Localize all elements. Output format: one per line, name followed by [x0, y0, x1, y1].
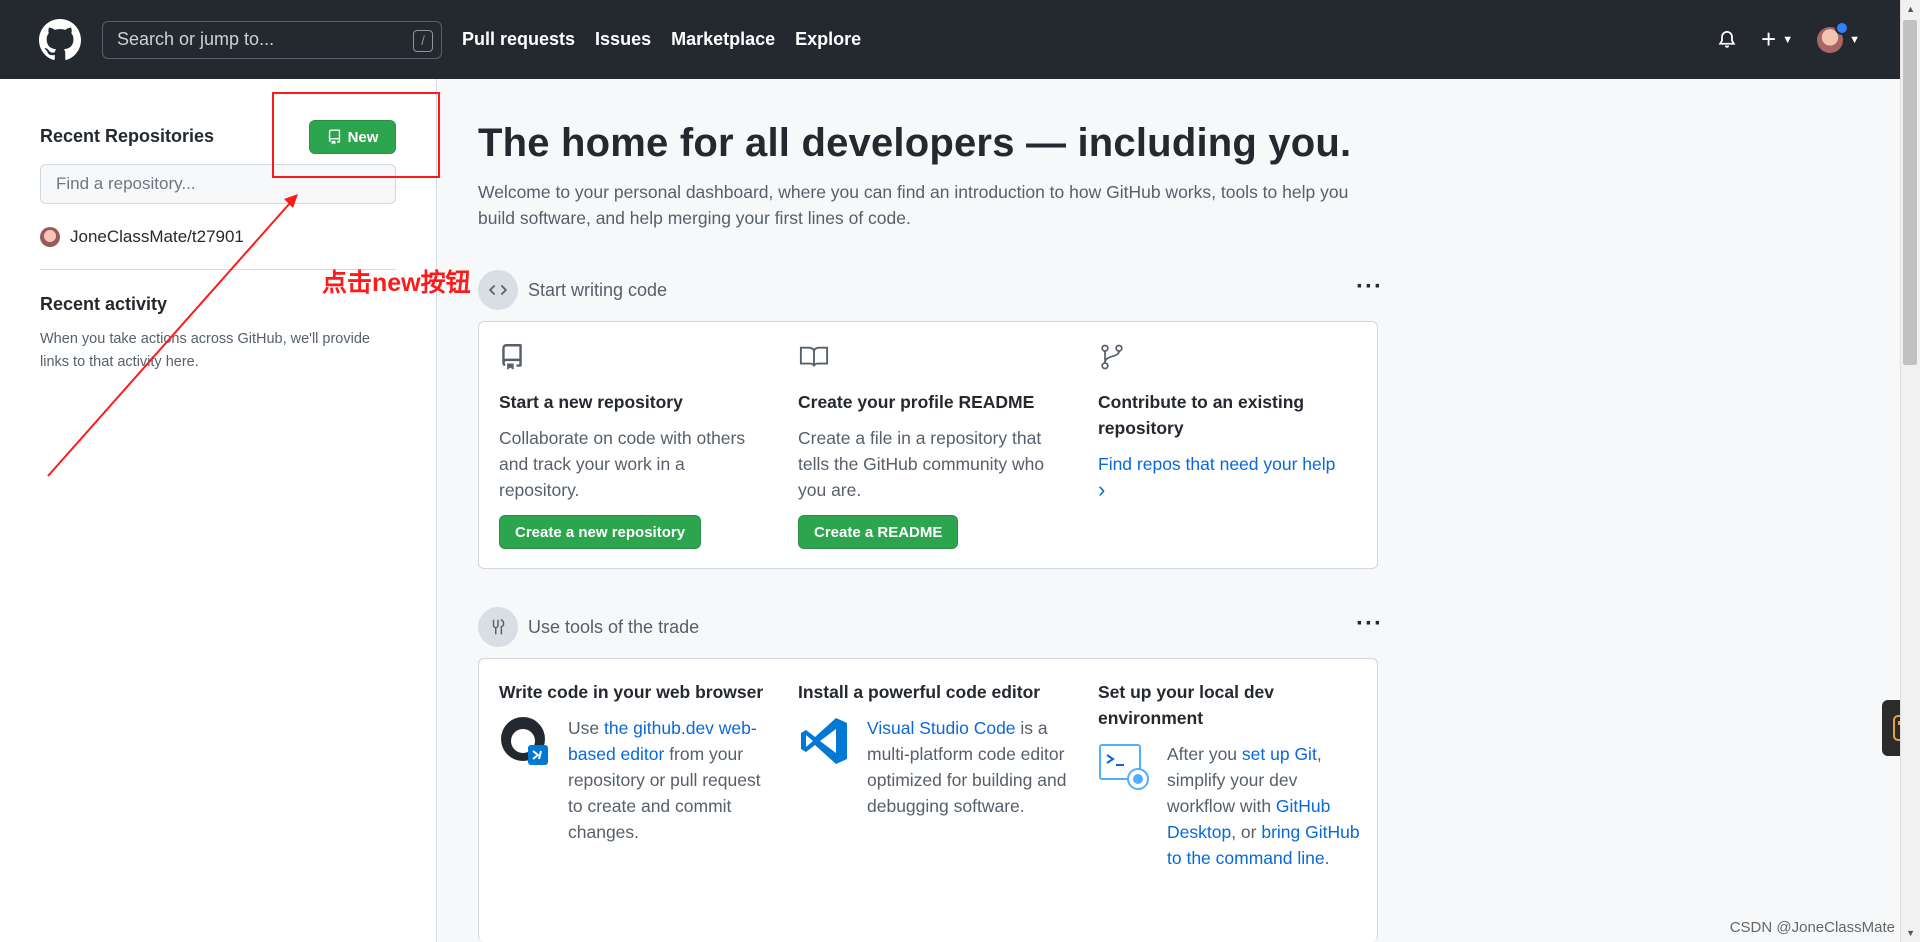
more-options-icon[interactable]: ··· [1356, 273, 1383, 301]
start-new-repository-col: Start a new repository Collaborate on co… [499, 342, 769, 549]
top-header: Search or jump to... / Pull requests Iss… [0, 0, 1900, 79]
code-icon [478, 270, 518, 310]
header-actions: + ▼ ▼ [1693, 0, 1860, 79]
more-options-icon[interactable]: ··· [1356, 610, 1383, 638]
nav-marketplace[interactable]: Marketplace [671, 29, 775, 50]
setup-git-link[interactable]: set up Git [1242, 744, 1317, 764]
github-dev-icon [501, 717, 548, 765]
col-title: Write code in your web browser [499, 682, 764, 702]
nav-explore[interactable]: Explore [795, 29, 861, 50]
user-menu[interactable]: ▼ [1817, 20, 1860, 53]
recent-activity-title: Recent activity [40, 294, 168, 314]
annotation-label: 点击new按钮 [322, 269, 471, 297]
search-placeholder: Search or jump to... [117, 29, 275, 49]
col-title: Create your profile README [798, 392, 1035, 412]
col-title: Install a powerful code editor [798, 682, 1041, 702]
recent-activity-text: When you take actions across GitHub, we'… [40, 331, 370, 370]
terminal-icon [1099, 744, 1149, 790]
tools-icon [478, 607, 518, 647]
chevron-down-icon: ▼ [1849, 33, 1860, 46]
section-start-writing-code: Start writing code [478, 270, 667, 310]
col-text: Create a file in a repository that tells… [798, 428, 1045, 500]
section-tools-of-the-trade: Use tools of the trade [478, 607, 699, 647]
github-logo-icon[interactable] [38, 18, 82, 62]
watermark: CSDN @JoneClassMate [1729, 919, 1895, 936]
col-text: Visual Studio Code is a multi-platform c… [867, 718, 1067, 816]
col-title: Set up your local dev environment [1098, 682, 1275, 728]
col-title: Contribute to an existing repository [1098, 392, 1305, 438]
chevron-right-icon: › [1098, 477, 1106, 502]
repo-link[interactable]: JoneClassMate/t27901 [70, 227, 244, 247]
tools-card: Write code in your web browser Use the g… [478, 658, 1378, 942]
git-branch-icon [1101, 344, 1123, 370]
vscode-link[interactable]: Visual Studio Code [867, 718, 1016, 738]
top-nav: Pull requests Issues Marketplace Explore [462, 29, 881, 50]
nav-pull-requests[interactable]: Pull requests [462, 29, 575, 50]
web-editor-col: Write code in your web browser Use the g… [499, 679, 769, 845]
page-title: The home for all developers — including … [478, 121, 1352, 165]
create-new-menu[interactable]: + ▼ [1761, 24, 1793, 55]
chevron-down-icon: ▼ [1782, 33, 1794, 46]
create-readme-col: Create your profile README Create a file… [798, 342, 1068, 549]
repo-icon [502, 344, 522, 370]
create-readme-button[interactable]: Create a README [798, 515, 959, 549]
start-writing-code-card: Start a new repository Collaborate on co… [478, 321, 1378, 569]
repo-list-item[interactable]: JoneClassMate/t27901 [40, 227, 244, 247]
avatar [40, 227, 60, 247]
scrollbar[interactable]: ▲ ▼ [1900, 0, 1920, 942]
recent-repositories-title: Recent Repositories [40, 126, 215, 146]
plus-icon: + [1761, 24, 1777, 54]
bell-icon[interactable] [1717, 30, 1737, 50]
section-label: Start writing code [528, 279, 668, 300]
col-text: Collaborate on code with others and trac… [499, 428, 746, 500]
scroll-down-icon[interactable]: ▼ [1906, 928, 1915, 938]
notification-dot [1835, 20, 1850, 35]
nav-issues[interactable]: Issues [595, 29, 651, 50]
col-text: After you set up Git, simplify your dev … [1167, 744, 1360, 868]
contribute-col: Contribute to an existing repository Fin… [1098, 342, 1368, 503]
dashboard-sidebar: Recent Repositories New Find a repositor… [0, 79, 437, 942]
code-editor-col: Install a powerful code editor Visual St… [798, 679, 1068, 819]
scrollbar-thumb[interactable] [1903, 20, 1917, 365]
search-input[interactable]: Search or jump to... / [102, 20, 442, 59]
create-new-repository-button[interactable]: Create a new repository [499, 515, 702, 549]
search-shortcut-hint: / [413, 29, 433, 52]
vscode-icon [801, 718, 847, 764]
avatar [1817, 20, 1850, 53]
col-title: Start a new repository [499, 392, 683, 412]
page-subtitle: Welcome to your personal dashboard, wher… [478, 182, 1349, 228]
col-text: Use the github.dev web-based editor from… [568, 718, 761, 842]
dashboard-main: The home for all developers — including … [438, 79, 1900, 942]
find-repos-link[interactable]: Find repos that need your help [1098, 454, 1335, 474]
book-icon [799, 346, 829, 367]
section-label: Use tools of the trade [528, 616, 700, 637]
annotation-highlight-box [272, 92, 440, 178]
local-dev-col: Set up your local dev environment After … [1098, 679, 1368, 871]
scroll-up-icon[interactable]: ▲ [1906, 4, 1915, 14]
